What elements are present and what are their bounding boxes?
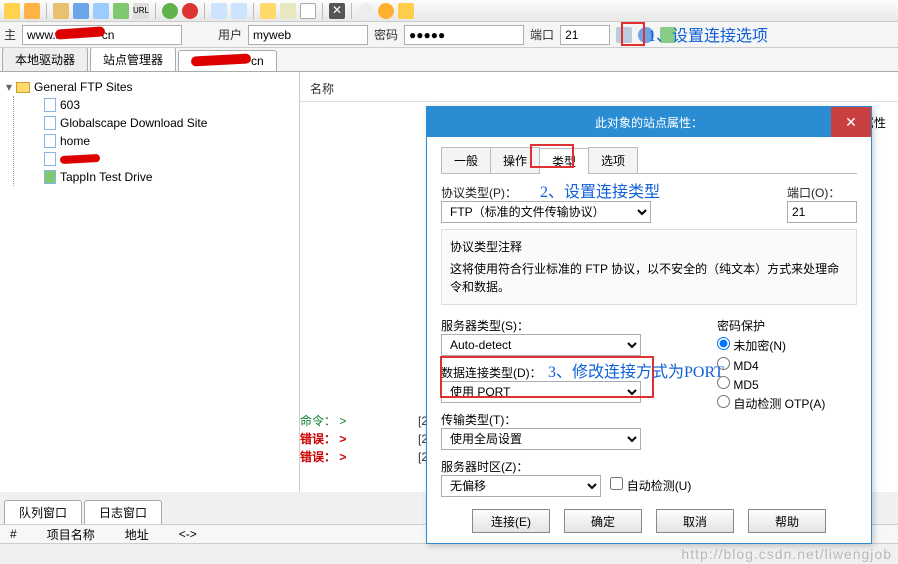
protocol-label: 协议类型(P)： (441, 186, 517, 200)
pw-opt-md5[interactable]: MD5 (717, 376, 857, 392)
settings-icon[interactable] (638, 27, 654, 43)
column-name: 名称 (300, 72, 898, 102)
tree-root[interactable]: ▾ General FTP Sites (6, 78, 293, 96)
dataconn-label: 数据连接类型(D)： (441, 366, 542, 380)
tz-select[interactable]: 无偏移 (441, 475, 601, 497)
connect-button[interactable]: 连接(E) (472, 509, 550, 533)
pw-group-label: 密码保护 (717, 317, 857, 334)
bottom-tabs: 队列窗口 日志窗口 (4, 500, 164, 525)
tab-type[interactable]: 类型 (539, 148, 589, 174)
delete-icon[interactable]: ✕ (329, 3, 345, 19)
help-button[interactable]: 帮助 (748, 509, 826, 533)
tab-general[interactable]: 一般 (441, 147, 491, 173)
user-label: 用户 (218, 26, 242, 43)
ok-button[interactable]: 确定 (564, 509, 642, 533)
protocol-select[interactable]: FTP（标准的文件传输协议） (441, 201, 651, 223)
tab-log[interactable]: 日志窗口 (84, 500, 162, 525)
dialog-buttons: 连接(E) 确定 取消 帮助 (427, 509, 871, 533)
user-input[interactable] (248, 25, 368, 45)
tree-item[interactable]: home (24, 132, 293, 150)
server-type-select[interactable]: Auto-detect (441, 334, 641, 356)
tab-sitemgr[interactable]: 站点管理器 (90, 47, 176, 71)
gear-icon[interactable] (378, 3, 394, 19)
tree-item[interactable]: TappIn Test Drive (24, 168, 293, 186)
close-button[interactable]: ✕ (831, 107, 871, 137)
find-icon[interactable] (358, 3, 374, 19)
transfer-select[interactable]: 使用全局设置 (441, 428, 641, 450)
tree-item[interactable] (24, 150, 293, 168)
arrow-icon[interactable] (73, 3, 89, 19)
tab-local[interactable]: 本地驱动器 (2, 47, 88, 71)
site-properties-dialog: 此对象的站点属性： ✕ 一般 操作 类型 选项 协议类型(P)： FTP（标准的… (426, 106, 872, 544)
shield-icon[interactable] (398, 3, 414, 19)
connect-icon[interactable] (660, 27, 676, 43)
tab-remote[interactable]: cn (178, 50, 277, 71)
site-tree: ▾ General FTP Sites 603 Globalscape Down… (0, 72, 300, 492)
tab-action[interactable]: 操作 (490, 147, 540, 173)
port-label: 端口 (530, 26, 554, 43)
wand-icon[interactable] (24, 3, 40, 19)
view-tabs: 本地驱动器 站点管理器 cn (0, 48, 898, 72)
pass-input[interactable] (404, 25, 524, 45)
tab-options[interactable]: 选项 (588, 147, 638, 173)
protocol-note: 协议类型注释 这将使用符合行业标准的 FTP 协议，以不安全的（纯文本）方式来处… (441, 229, 857, 305)
cancel-button[interactable]: 取消 (656, 509, 734, 533)
pw-opt-auto[interactable]: 自动检测 OTP(A) (717, 395, 857, 412)
url-icon[interactable]: URL (133, 3, 149, 19)
transfer-label: 传输类型(T)： (441, 413, 516, 427)
star-icon[interactable] (4, 3, 20, 19)
dlg-port-label: 端口(O)： (787, 186, 840, 200)
stop-icon[interactable] (182, 3, 198, 19)
pointer-icon[interactable] (93, 3, 109, 19)
pw-opt-md4[interactable]: MD4 (717, 357, 857, 373)
main-toolbar: URL ✕ (0, 0, 898, 22)
dialog-title: 此对象的站点属性： ✕ (427, 107, 871, 137)
back-icon[interactable] (211, 3, 227, 19)
host-label: 主 (4, 26, 16, 43)
watermark: http://blog.csdn.net/liwengjob (681, 546, 892, 562)
clipboard-icon[interactable] (280, 3, 296, 19)
pencil-icon[interactable] (53, 3, 69, 19)
log-pane: 命令： > 错误： > 错误： > (300, 412, 430, 466)
pw-opt-plain[interactable]: 未加密(N) (717, 337, 857, 354)
dataconn-select[interactable]: 使用 PORT (441, 381, 641, 403)
tree-item[interactable]: Globalscape Download Site (24, 114, 293, 132)
connection-bar: 主 用户 密码 端口 (0, 22, 898, 48)
tree-item[interactable]: 603 (24, 96, 293, 114)
tz-label: 服务器时区(Z)： (441, 460, 528, 474)
server-type-label: 服务器类型(S)： (441, 319, 529, 333)
dialog-tabs: 一般 操作 类型 选项 (441, 147, 857, 174)
pass-label: 密码 (374, 26, 398, 43)
tz-auto-check[interactable]: 自动检测(U) (610, 479, 691, 493)
refresh-icon[interactable] (162, 3, 178, 19)
wand2-icon[interactable] (616, 27, 632, 43)
flag-icon[interactable] (113, 3, 129, 19)
tab-queue[interactable]: 队列窗口 (4, 500, 82, 525)
folder-icon[interactable] (260, 3, 276, 19)
forward-icon[interactable] (231, 3, 247, 19)
dlg-port-input[interactable] (787, 201, 857, 223)
port-input[interactable] (560, 25, 610, 45)
document-icon[interactable] (300, 3, 316, 19)
folder-icon (16, 82, 30, 93)
